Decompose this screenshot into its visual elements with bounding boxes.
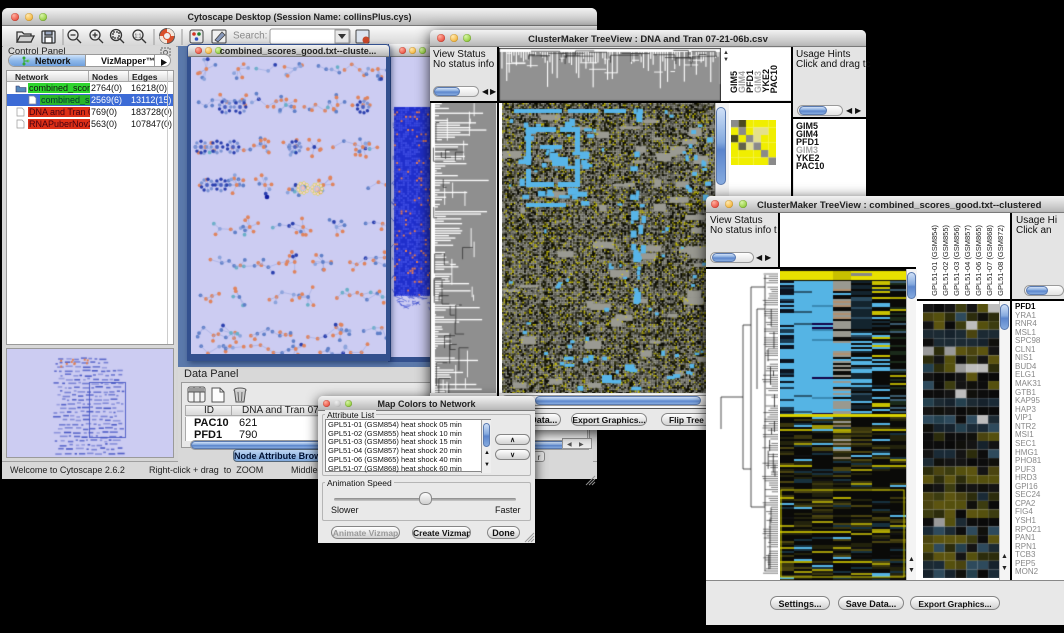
svg-text:1:1: 1:1 xyxy=(135,34,142,40)
svg-text:Search:: Search: xyxy=(233,31,267,42)
